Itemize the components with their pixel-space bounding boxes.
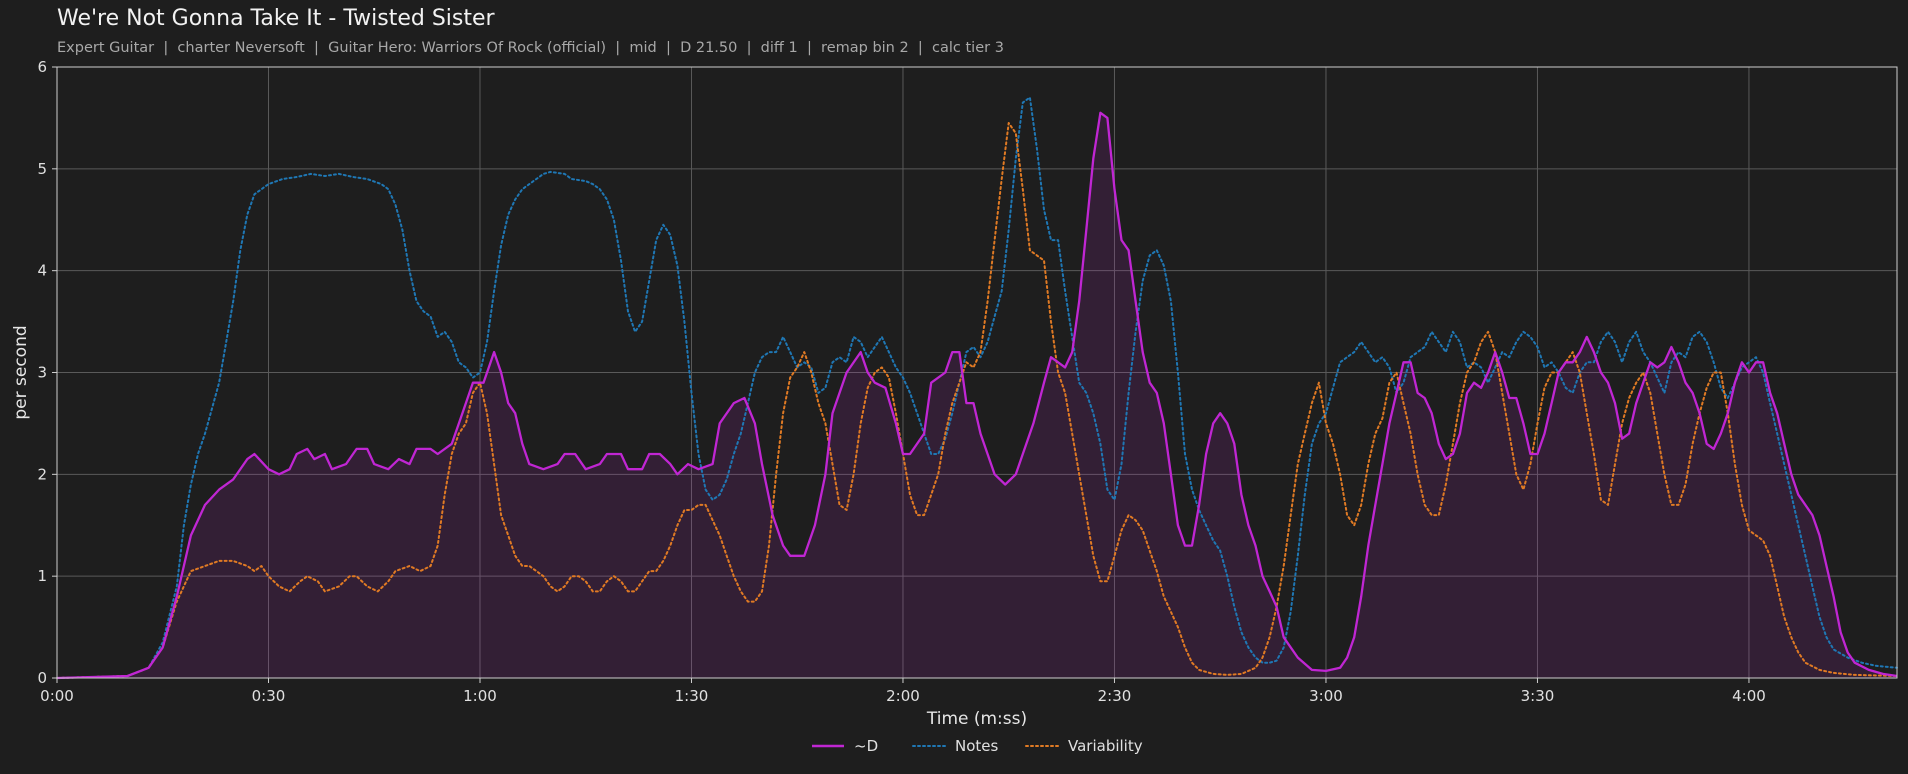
x-axis-ticks: 0:00 0:30 1:00 1:30 2:00 2:30 3:00 3:30 4:00	[40, 678, 1766, 705]
x-tick-label: 0:00	[40, 687, 74, 705]
x-tick-label: 4:00	[1732, 687, 1766, 705]
x-tick-label: 3:30	[1521, 687, 1555, 705]
legend-label: Variability	[1068, 737, 1143, 755]
x-tick-label: 2:30	[1098, 687, 1132, 705]
y-tick-label: 5	[37, 160, 47, 178]
series-area-layer	[57, 112, 1897, 679]
x-tick-label: 3:00	[1309, 687, 1343, 705]
y-tick-label: 4	[37, 262, 47, 280]
chart-canvas: 0:00 0:30 1:00 1:30 2:00 2:30 3:00 3:30 4:00 0 1 2…	[11, 58, 1898, 755]
y-tick-label: 1	[37, 567, 47, 585]
y-tick-label: 6	[37, 58, 47, 76]
x-tick-label: 1:00	[463, 687, 497, 705]
y-axis-ticks: 0 1 2 3 4 5 6	[37, 58, 57, 687]
legend-label: Notes	[955, 737, 999, 755]
y-tick-label: 3	[37, 364, 47, 382]
y-axis-label: per second	[11, 325, 31, 419]
x-tick-label: 2:00	[886, 687, 920, 705]
x-tick-label: 1:30	[675, 687, 709, 705]
series-area-0	[57, 112, 1897, 679]
x-axis-label: Time (m:ss)	[926, 709, 1027, 729]
y-tick-label: 0	[37, 669, 47, 687]
legend: ~D Notes Variability	[812, 737, 1143, 755]
y-tick-label: 2	[37, 465, 47, 483]
x-tick-label: 0:30	[252, 687, 286, 705]
legend-label: ~D	[854, 737, 878, 755]
